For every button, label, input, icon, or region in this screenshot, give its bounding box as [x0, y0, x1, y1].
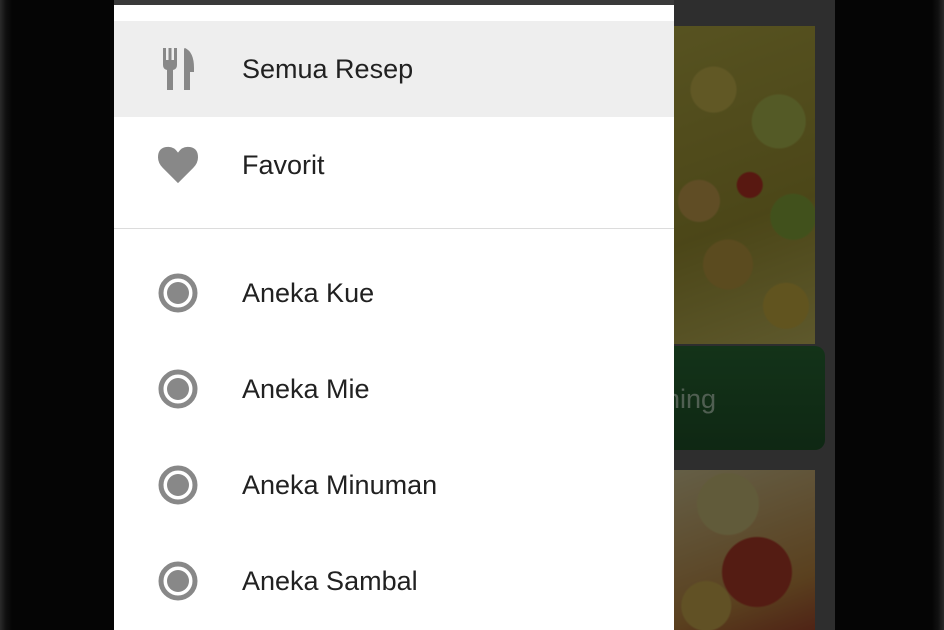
menu-item-semua-resep[interactable]: Semua Resep: [114, 21, 674, 117]
radio-circle-icon: [158, 369, 198, 409]
radio-circle-icon: [158, 465, 198, 505]
app-screen: uning Semua Res: [114, 0, 835, 630]
menu-item-label: Aneka Mie: [242, 374, 370, 404]
heart-icon: [158, 145, 198, 185]
device-frame: uning Semua Res: [0, 0, 944, 630]
menu-item-label: Semua Resep: [242, 54, 414, 84]
drawer-header-edge: [114, 0, 674, 5]
menu-item-label: Aneka Minuman: [242, 470, 438, 500]
menu-item-aneka-sambal[interactable]: Aneka Sambal: [114, 533, 674, 629]
menu-item-label: Aneka Kue: [242, 278, 375, 308]
menu-item-aneka-minuman[interactable]: Aneka Minuman: [114, 437, 674, 533]
menu-item-label: Aneka Sambal: [242, 566, 418, 596]
menu-item-favorit[interactable]: Favorit: [114, 117, 674, 213]
menu-item-aneka-mie[interactable]: Aneka Mie: [114, 341, 674, 437]
radio-circle-icon: [158, 561, 198, 601]
fork-knife-icon: [158, 48, 198, 90]
menu-item-label: Favorit: [242, 150, 325, 180]
drawer-divider: [114, 228, 674, 229]
menu-item-aneka-kue[interactable]: Aneka Kue: [114, 245, 674, 341]
radio-circle-icon: [158, 273, 198, 313]
navigation-drawer: Semua Resep Favorit Aneka Kue Aneka Mie …: [114, 0, 674, 630]
